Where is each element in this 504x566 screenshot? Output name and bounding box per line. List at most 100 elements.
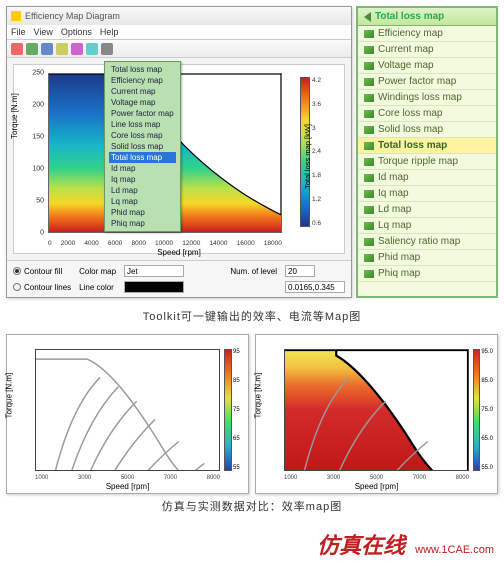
side-item-windingsloss[interactable]: Windings loss map xyxy=(358,90,496,106)
map-type-dropdown[interactable]: Total loss map Efficiency map Current ma… xyxy=(104,61,181,232)
map-icon xyxy=(364,62,374,70)
menu-file[interactable]: File xyxy=(11,27,26,37)
triangle-left-icon xyxy=(364,12,371,22)
dd-item[interactable]: Core loss map xyxy=(109,130,176,141)
num-level-label: Num. of level xyxy=(230,267,277,276)
contour-chart: Torque [N.m] 95 85 75 65 55 100 xyxy=(6,334,249,494)
line-color-swatch[interactable] xyxy=(124,281,184,293)
colorbar-bar xyxy=(473,349,480,471)
dd-item[interactable]: Efficiency map xyxy=(109,75,176,86)
x-ticks: 1000 3000 5000 7000 8000 xyxy=(35,475,220,481)
side-item-lq[interactable]: Lq map xyxy=(358,218,496,234)
color-map-input[interactable] xyxy=(124,265,184,277)
map-icon xyxy=(364,46,374,54)
caption-2: 仿真与实测数据对比：效率map图 xyxy=(0,498,504,514)
side-item-current[interactable]: Current map xyxy=(358,42,496,58)
dd-item[interactable]: Id map xyxy=(109,163,176,174)
colorbar-bar xyxy=(224,349,232,471)
menu-help[interactable]: Help xyxy=(100,27,119,37)
dd-item[interactable]: Phiq map xyxy=(109,218,176,229)
side-item-solidloss[interactable]: Solid loss map xyxy=(358,122,496,138)
tool-icon[interactable] xyxy=(56,43,68,55)
side-item-id[interactable]: Id map xyxy=(358,170,496,186)
radio-contour-lines[interactable]: Contour lines xyxy=(13,283,71,292)
side-item-torqueripple[interactable]: Torque ripple map xyxy=(358,154,496,170)
side-menu-header[interactable]: Total loss map xyxy=(358,8,496,26)
tool-icon[interactable] xyxy=(26,43,38,55)
map-icon xyxy=(364,142,374,150)
x-axis-label: Speed [rpm] xyxy=(355,482,399,491)
dd-item[interactable]: Solid loss map xyxy=(109,141,176,152)
x-axis: 0 2000 4000 6000 8000 10000 12000 14000 … xyxy=(48,240,282,247)
contour-overlay xyxy=(285,350,468,471)
side-item-iq[interactable]: Iq map xyxy=(358,186,496,202)
color-code-input[interactable] xyxy=(285,281,345,293)
dd-item[interactable]: Power factor map xyxy=(109,108,176,119)
x-axis-label: Speed [rpm] xyxy=(157,248,201,257)
map-icon xyxy=(364,238,374,246)
brand-url: www.1CAE.com xyxy=(415,544,494,556)
titlebar: Efficiency Map Diagram xyxy=(7,7,351,25)
map-icon xyxy=(364,254,374,262)
tool-icon[interactable] xyxy=(11,43,23,55)
map-icon xyxy=(364,94,374,102)
side-item-coreloss[interactable]: Core loss map xyxy=(358,106,496,122)
num-level-input[interactable] xyxy=(285,265,315,277)
tool-icon[interactable] xyxy=(71,43,83,55)
side-item-powerfactor[interactable]: Power factor map xyxy=(358,74,496,90)
efficiency-heatmap: Torque [N.m] 95.0 85.0 75.0 65.0 55.0 xyxy=(255,334,498,494)
dd-item[interactable]: Total loss map xyxy=(109,64,176,75)
colorbar-label: Total loss map [kW] xyxy=(303,124,312,189)
side-item-phiq[interactable]: Phiq map xyxy=(358,266,496,282)
menu-view[interactable]: View xyxy=(34,27,53,37)
side-item-efficiency[interactable]: Efficiency map xyxy=(358,26,496,42)
dd-item[interactable]: Iq map xyxy=(109,174,176,185)
line-color-label: Line color xyxy=(79,283,116,292)
map-icon xyxy=(364,30,374,38)
y-axis-label: Torque [N.m] xyxy=(254,373,263,419)
side-item-saliency[interactable]: Saliency ratio map xyxy=(358,234,496,250)
dd-item[interactable]: Lq map xyxy=(109,196,176,207)
dd-item[interactable]: Phid map xyxy=(109,207,176,218)
color-map-label: Color map xyxy=(79,267,116,276)
map-icon xyxy=(364,190,374,198)
colorbar-ticks: 95.0 85.0 75.0 65.0 55.0 xyxy=(481,349,493,471)
map-icon xyxy=(364,270,374,278)
map-icon xyxy=(364,158,374,166)
heatmap-plot xyxy=(284,349,469,471)
dd-item[interactable]: Current map xyxy=(109,86,176,97)
toolbar xyxy=(7,40,351,58)
side-item-totalloss[interactable]: Total loss map xyxy=(358,138,496,154)
app-window: Efficiency Map Diagram File View Options… xyxy=(6,6,352,298)
side-item-voltage[interactable]: Voltage map xyxy=(358,58,496,74)
menu-options[interactable]: Options xyxy=(61,27,92,37)
dd-item[interactable]: Ld map xyxy=(109,185,176,196)
footer: 仿真在线 www.1CAE.com xyxy=(0,524,504,566)
map-icon xyxy=(364,126,374,134)
radio-contour-fill[interactable]: Contour fill xyxy=(13,267,71,276)
brand-text: 仿真在线 xyxy=(317,528,405,560)
tool-icon[interactable] xyxy=(86,43,98,55)
window-title: Efficiency Map Diagram xyxy=(25,11,120,21)
map-icon xyxy=(364,222,374,230)
dd-item[interactable]: Voltage map xyxy=(109,97,176,108)
map-icon xyxy=(364,206,374,214)
options-panel: Contour fill Color map Num. of level Con… xyxy=(7,260,351,297)
colorbar: 4.2 3.6 3 2.4 1.8 1.2 0.6 Total loss map… xyxy=(300,77,334,227)
dd-item-selected[interactable]: Total loss map xyxy=(109,152,176,163)
side-item-ld[interactable]: Ld map xyxy=(358,202,496,218)
efficiency-colorbar: 95 85 75 65 55 xyxy=(224,349,244,471)
colorbar-ticks: 4.2 3.6 3 2.4 1.8 1.2 0.6 xyxy=(312,77,321,227)
colorbar-ticks: 95 85 75 65 55 xyxy=(233,349,240,471)
map-side-menu: Total loss map Efficiency map Current ma… xyxy=(356,6,498,298)
efficiency-colorbar: 95.0 85.0 75.0 65.0 55.0 xyxy=(473,349,493,471)
tool-icon[interactable] xyxy=(41,43,53,55)
dd-item[interactable]: Line loss map xyxy=(109,119,176,130)
app-icon xyxy=(11,11,21,21)
caption-1: Toolkit可一键输出的效率、电流等Map图 xyxy=(0,308,504,324)
x-axis-label: Speed [rpm] xyxy=(106,482,150,491)
tool-icon[interactable] xyxy=(101,43,113,55)
contour-lines xyxy=(36,350,219,471)
y-axis-label: Torque [N.m] xyxy=(5,373,14,419)
side-item-phid[interactable]: Phid map xyxy=(358,250,496,266)
